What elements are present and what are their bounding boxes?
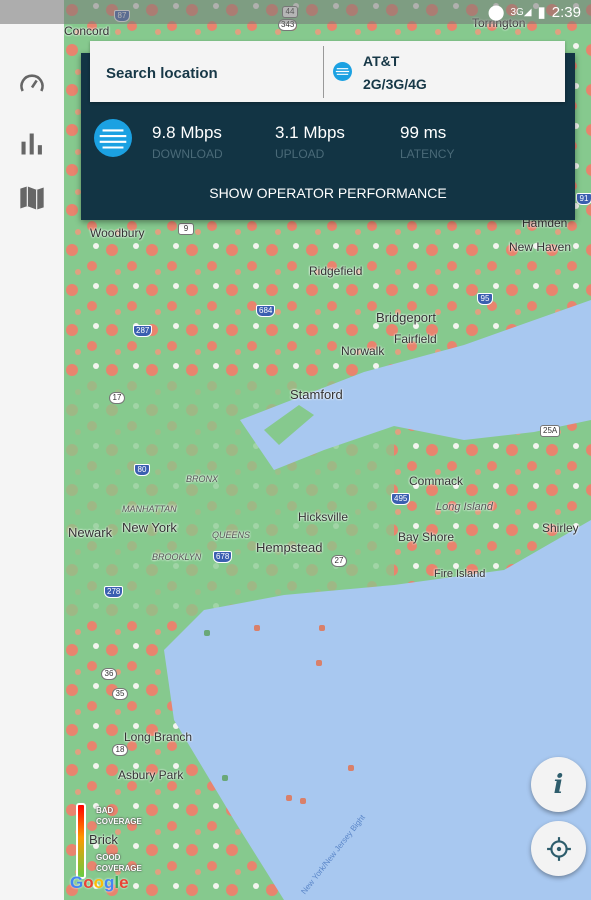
info-icon: i — [553, 769, 564, 800]
att-logo-icon[interactable] — [333, 62, 352, 81]
coverage-legend-bar — [76, 803, 86, 879]
download-metric: 9.8 Mbps DOWNLOAD — [152, 123, 223, 161]
search-bar: Search location AT&T 2G/3G/4G — [90, 41, 565, 102]
route-shield: 287 — [133, 325, 153, 337]
route-shield: 9 — [178, 223, 194, 235]
place-label: Stamford — [290, 387, 343, 402]
place-label: New York — [122, 520, 177, 535]
map-icon[interactable] — [18, 184, 46, 212]
show-operator-performance-button[interactable]: SHOW OPERATOR PERFORMANCE — [81, 185, 575, 201]
search-input[interactable]: Search location — [106, 65, 218, 82]
route-shield: 25A — [540, 425, 561, 437]
sidebar — [0, 24, 64, 900]
speedometer-icon[interactable] — [18, 70, 46, 98]
legend-good-label: GOOD COVERAGE — [96, 853, 142, 873]
place-label: Long Island — [436, 501, 493, 513]
google-logo: Google — [70, 873, 129, 892]
route-shield: 91 — [576, 193, 591, 205]
place-label: Commack — [409, 474, 464, 488]
place-label: Shirley — [542, 521, 579, 535]
place-label: Brick — [89, 832, 118, 847]
signal-icon: 3G◢ — [510, 6, 532, 18]
place-label: Fairfield — [394, 332, 437, 346]
place-label: Ridgefield — [309, 264, 363, 278]
route-shield: 36 — [101, 668, 117, 680]
operator-technology[interactable]: 2G/3G/4G — [363, 76, 427, 92]
place-label: Bridgeport — [376, 310, 436, 325]
place-label: New Haven — [509, 240, 572, 254]
route-shield: 278 — [104, 586, 124, 598]
place-label: Newark — [68, 525, 113, 540]
place-label: Hempstead — [256, 540, 323, 555]
crosshair-icon — [546, 836, 571, 861]
divider — [323, 46, 324, 98]
route-shield: 35 — [112, 688, 128, 700]
route-shield: 80 — [134, 464, 150, 476]
place-label: Concord — [64, 24, 110, 38]
place-label: QUEENS — [212, 530, 251, 540]
clock: 2:39 — [551, 3, 581, 21]
place-label: Fire Island — [434, 568, 486, 580]
status-bar: ⬤ 3G◢ ▮ 2:39 — [0, 0, 591, 24]
upload-metric: 3.1 Mbps UPLOAD — [275, 123, 345, 161]
location-icon: ⬤ — [487, 4, 505, 21]
place-label: MANHATTAN — [122, 504, 177, 514]
place-label: Bay Shore — [398, 530, 455, 544]
my-location-button[interactable] — [531, 821, 586, 876]
place-label: Woodbury — [90, 226, 145, 240]
route-shield: 678 — [213, 551, 233, 563]
route-shield: 95 — [477, 293, 493, 305]
operator-name[interactable]: AT&T — [363, 53, 399, 69]
battery-icon: ▮ — [537, 4, 546, 21]
legend-bad-label: BAD COVERAGE — [96, 806, 142, 826]
route-shield: 18 — [112, 744, 128, 756]
place-label: Norwalk — [341, 344, 385, 358]
info-button[interactable]: i — [531, 757, 586, 812]
route-shield: 495 — [391, 493, 411, 505]
bar-chart-icon[interactable] — [18, 130, 46, 158]
route-shield: 27 — [331, 555, 347, 567]
latency-metric: 99 ms LATENCY — [400, 123, 455, 161]
place-label: BROOKLYN — [152, 552, 202, 562]
place-label: Asbury Park — [118, 768, 184, 782]
route-shield: 17 — [109, 392, 125, 404]
place-label: Hicksville — [298, 510, 349, 524]
place-label: Long Branch — [124, 730, 193, 744]
place-label: BRONX — [186, 474, 219, 484]
route-shield: 684 — [256, 305, 276, 317]
att-logo-icon — [94, 119, 132, 157]
